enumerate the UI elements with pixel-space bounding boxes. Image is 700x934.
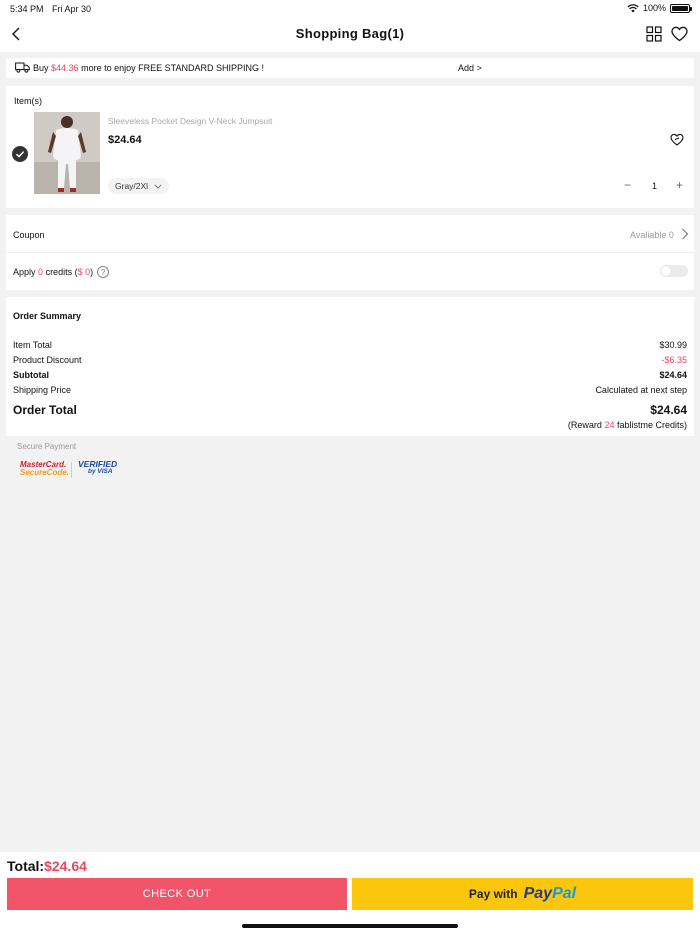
credits-apply-text: Apply: [13, 267, 36, 277]
reward-count: 24: [604, 420, 615, 430]
order-total-label: Order Total: [13, 403, 77, 417]
status-time: 5:34 PM: [10, 4, 44, 14]
shipping-prefix: Buy: [33, 63, 49, 73]
add-more-link[interactable]: Add >: [458, 63, 482, 73]
quantity-decrease-button[interactable]: −: [624, 178, 631, 192]
secure-payment-label: Secure Payment: [17, 442, 77, 451]
subtotal-value: $24.64: [659, 370, 687, 380]
divider: [6, 252, 694, 253]
checkout-button[interactable]: CHECK OUT: [7, 878, 347, 910]
nav-bar: Shopping Bag(1): [0, 18, 700, 52]
reward-prefix: (Reward: [567, 420, 602, 430]
truck-icon: [15, 62, 30, 73]
subtotal-label: Subtotal: [13, 370, 49, 380]
product-discount-value: -$6.35: [661, 355, 687, 365]
shipping-suffix: more to enjoy FREE STANDARD SHIPPING !: [81, 63, 264, 73]
wishlist-heart-icon[interactable]: [671, 26, 688, 42]
visa-line2: by VISA: [88, 468, 113, 475]
mastercard-line2: SecureCode.: [20, 468, 69, 477]
total-amount: $24.64: [44, 858, 87, 874]
product-image: [34, 112, 100, 194]
credits-mid: credits (: [45, 267, 78, 277]
grid-menu-icon[interactable]: [646, 26, 662, 42]
visa-line1: VERIFIED: [78, 459, 118, 469]
product-discount-label: Product Discount: [13, 355, 82, 365]
checkmark-icon: [15, 151, 25, 158]
logo-separator: [71, 462, 72, 478]
item-total-label: Item Total: [13, 340, 52, 350]
battery-percent: 100%: [642, 3, 666, 13]
verified-by-visa-logo: VERIFIED by VISA: [78, 460, 118, 482]
battery-icon: [670, 3, 692, 13]
apply-credits-toggle[interactable]: [660, 265, 688, 277]
chevron-down-icon: [154, 183, 162, 189]
page-title: Shopping Bag(1): [295, 26, 405, 41]
item-select-checkbox[interactable]: [12, 146, 28, 162]
coupon-card: Coupon Avaliable 0 Apply 0 credits ($ 0)…: [6, 215, 694, 290]
quantity-value: 1: [652, 181, 658, 191]
variant-label: Gray/2Xl: [115, 181, 149, 191]
paypal-label: Pay with: [468, 887, 518, 901]
checkout-footer: Total:$24.64 CHECK OUT Pay with PayPal: [0, 852, 700, 934]
credits-amount: $ 0: [77, 267, 91, 277]
variant-selector[interactable]: Gray/2Xl: [108, 178, 170, 194]
total-label: Total:: [7, 858, 45, 874]
status-date: Fri Apr 30: [52, 4, 92, 14]
shipping-price-label: Shipping Price: [13, 385, 72, 395]
quantity-increase-button[interactable]: +: [676, 178, 683, 192]
shipping-message: Buy $44.36 more to enjoy FREE STANDARD S…: [33, 63, 264, 73]
status-right: 100%: [627, 3, 692, 13]
items-card: Item(s) Sleeveless Pocket Design V-Neck …: [6, 86, 694, 208]
home-indicator: [242, 924, 458, 928]
product-thumbnail[interactable]: [34, 112, 100, 194]
mastercard-securecode-logo: MasterCard. SecureCode.: [20, 461, 69, 479]
move-to-wishlist-icon[interactable]: [670, 133, 684, 146]
coupon-available[interactable]: Avaliable 0: [630, 230, 674, 240]
credits-close: ): [90, 267, 94, 277]
item-total-value: $30.99: [659, 340, 687, 350]
paypal-logo: PayPal: [524, 885, 576, 903]
footer-total: Total:$24.64: [7, 858, 87, 874]
shipping-price-value: Calculated at next step: [595, 385, 687, 395]
paypal-brand-1: Pay: [523, 885, 553, 902]
paypal-brand-2: Pal: [552, 885, 577, 902]
status-bar: 5:34 PM Fri Apr 30 100%: [0, 0, 700, 18]
chevron-right-icon[interactable]: [681, 228, 689, 240]
coupon-label[interactable]: Coupon: [13, 230, 45, 240]
paypal-button[interactable]: Pay with PayPal: [352, 878, 693, 910]
apply-credits-row: Apply 0 credits ($ 0) ?: [13, 266, 110, 278]
reward-note: (Reward 24 fablistme Credits): [568, 420, 687, 430]
order-total-value: $24.64: [650, 403, 687, 417]
product-price: $24.64: [108, 134, 142, 146]
reward-suffix: fablistme Credits): [616, 420, 687, 430]
help-icon[interactable]: ?: [97, 266, 110, 278]
product-name[interactable]: Sleeveless Pocket Design V-Neck Jumpsuit: [108, 116, 272, 126]
order-summary-card: Order Summary Item Total $30.99 Product …: [6, 297, 694, 436]
toggle-knob: [661, 266, 671, 276]
order-summary-title: Order Summary: [13, 311, 82, 321]
free-shipping-banner: Buy $44.36 more to enjoy FREE STANDARD S…: [6, 58, 694, 78]
wifi-icon: [627, 3, 639, 12]
shipping-amount: $44.36: [51, 63, 79, 73]
items-header: Item(s): [14, 96, 42, 106]
